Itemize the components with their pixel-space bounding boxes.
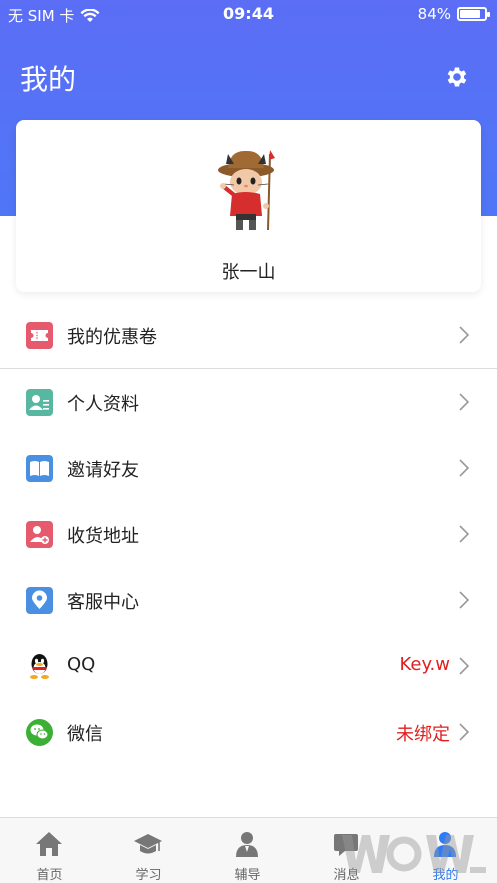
chevron-right-icon (459, 459, 470, 477)
chevron-right-icon (459, 591, 470, 609)
menu-item-label: QQ (67, 654, 96, 675)
menu-item-label: 客服中心 (67, 592, 139, 613)
wechat-status-value: 未绑定 (396, 724, 450, 745)
tab-label: 学习 (135, 868, 162, 883)
chevron-right-icon (459, 723, 470, 741)
menu-item-label: 收货地址 (67, 526, 139, 547)
chevron-right-icon (459, 393, 470, 411)
chevron-right-icon (459, 326, 470, 344)
qq-account-value: Key.w (399, 654, 450, 675)
menu-item-label: 个人资料 (67, 394, 139, 415)
book-icon (26, 455, 53, 482)
menu-item-wechat[interactable]: 微信 未绑定 (0, 699, 497, 765)
battery-icon (457, 7, 490, 21)
status-bar: 无 SIM 卡 09:44 84% (0, 0, 497, 30)
menu-item-profile[interactable]: 个人资料 (0, 369, 497, 435)
menu-item-shipping-address[interactable]: 收货地址 (0, 501, 497, 567)
menu-item-coupons[interactable]: 我的优惠卷 (0, 302, 497, 368)
menu-item-invite-friends[interactable]: 邀请好友 (0, 435, 497, 501)
chevron-right-icon (459, 657, 470, 675)
menu-item-qq[interactable]: QQ Key.w (0, 633, 497, 699)
tab-study[interactable]: 学习 (99, 818, 198, 883)
tutor-icon (236, 832, 258, 857)
profile-card[interactable]: 张一山 (16, 120, 481, 292)
menu-item-label: 邀请好友 (67, 460, 139, 481)
page-title: 我的 (20, 63, 77, 96)
qq-icon (30, 654, 49, 679)
site-watermark-logo (342, 835, 486, 873)
home-icon (36, 832, 62, 856)
tab-tutoring[interactable]: 辅导 (198, 818, 297, 883)
menu-item-label: 我的优惠卷 (67, 327, 157, 348)
tab-label: 辅导 (234, 868, 261, 883)
tab-label: 首页 (36, 868, 63, 883)
avatar[interactable] (214, 148, 284, 234)
wechat-icon (26, 719, 53, 746)
battery-fill (460, 10, 480, 18)
settings-gear-icon[interactable] (444, 64, 470, 90)
status-right: 84% (417, 5, 490, 23)
menu-item-label: 微信 (67, 724, 103, 745)
tab-home[interactable]: 首页 (0, 818, 99, 883)
settings-menu: 我的优惠卷 个人资料 邀请好友 收货地址 客服中心 QQ Key.w 微信 未绑… (0, 302, 497, 765)
chevron-right-icon (459, 525, 470, 543)
battery-percent: 84% (417, 5, 451, 23)
coupon-icon (26, 322, 53, 349)
menu-item-customer-service[interactable]: 客服中心 (0, 567, 497, 633)
username: 张一山 (221, 262, 276, 283)
location-pin-icon (26, 587, 53, 614)
graduation-cap-icon (134, 834, 162, 854)
address-icon (26, 521, 53, 548)
profile-card-icon (26, 389, 53, 416)
